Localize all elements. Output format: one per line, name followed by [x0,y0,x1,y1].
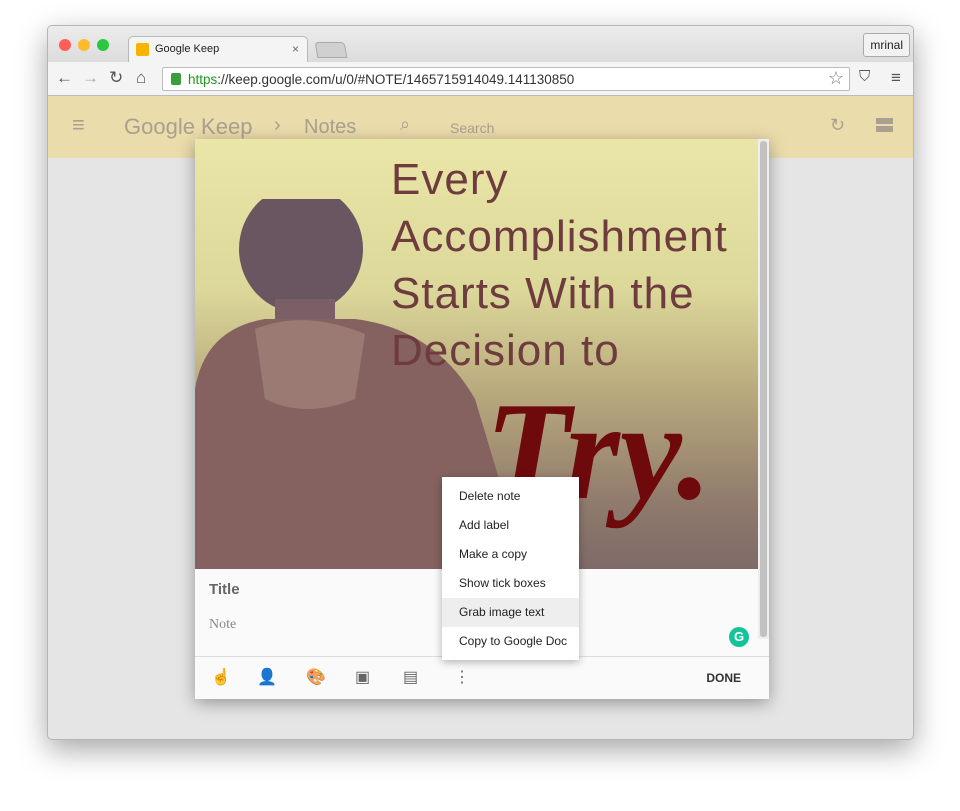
pocket-icon[interactable]: ⛉ [859,68,870,85]
menu-item-delete-note[interactable]: Delete note [442,482,579,511]
grammarly-icon[interactable]: G [729,627,749,647]
quote-line: Starts With the [391,269,695,318]
keep-favicon-icon [136,43,149,56]
tab-google-keep[interactable]: Google Keep × [128,36,308,62]
back-icon[interactable]: ← [56,68,73,88]
more-icon[interactable]: ⋮ [454,667,470,687]
search-icon[interactable]: ⌕ [400,114,410,135]
maximize-window-button[interactable] [97,39,109,51]
scrollbar[interactable] [758,139,769,639]
tab-bar: Google Keep × mrinal [48,26,913,62]
menu-item-add-label[interactable]: Add label [442,511,579,540]
keep-logo-text[interactable]: Google Keep [124,114,252,140]
minimize-window-button[interactable] [78,39,90,51]
archive-icon[interactable]: ▤ [403,667,418,687]
url-text: ://keep.google.com/u/0/#NOTE/14657159140… [217,72,575,87]
reload-icon[interactable]: ↻ [109,68,123,88]
done-button[interactable]: DONE [706,671,741,685]
close-window-button[interactable] [59,39,71,51]
breadcrumb-separator: › [274,114,281,136]
tab-close-icon[interactable]: × [292,42,299,56]
collaborator-icon[interactable]: 👤 [257,667,277,687]
section-title: Notes [304,116,357,138]
quote-line: Every [391,155,509,204]
scrollbar-thumb[interactable] [760,141,767,637]
note-editor: Every Accomplishment Starts With the Dec… [195,139,769,699]
url-scheme: https [188,72,218,87]
note-toolbar: ☝ 👤 🎨 ▣ ▤ ⋮ DONE [195,656,769,699]
bookmark-star-icon[interactable]: ☆ [828,68,844,89]
new-tab-button[interactable] [314,42,348,58]
remind-me-icon[interactable]: ☝ [211,667,231,687]
more-menu: Delete note Add label Make a copy Show t… [442,477,579,660]
home-icon[interactable]: ⌂ [136,68,146,88]
refresh-icon[interactable]: ↻ [830,115,845,136]
image-quote: Every Accomplishment Starts With the Dec… [391,151,728,379]
lock-icon [171,73,181,85]
browser-window: Google Keep × mrinal ← → ↻ ⌂ https://kee… [47,25,914,740]
menu-item-copy-to-google-doc[interactable]: Copy to Google Doc [442,627,579,656]
title-input[interactable]: Title [209,581,240,598]
menu-item-show-tick-boxes[interactable]: Show tick boxes [442,569,579,598]
browser-toolbar: ← → ↻ ⌂ https://keep.google.com/u/0/#NOT… [48,62,913,96]
menu-item-grab-image-text[interactable]: Grab image text [442,598,579,627]
menu-icon[interactable]: ≡ [891,68,901,88]
menu-item-make-copy[interactable]: Make a copy [442,540,579,569]
tab-title: Google Keep [155,43,220,55]
quote-line: Accomplishment [391,212,728,261]
list-view-icon[interactable] [876,118,893,132]
hamburger-icon[interactable]: ≡ [72,112,85,138]
forward-icon[interactable]: → [82,68,99,88]
note-input[interactable]: Note [209,617,236,633]
profile-button[interactable]: mrinal [863,33,910,57]
image-icon[interactable]: ▣ [355,667,370,687]
address-bar[interactable]: https://keep.google.com/u/0/#NOTE/146571… [162,67,850,91]
palette-icon[interactable]: 🎨 [306,667,326,687]
search-input[interactable]: Search [450,120,494,136]
